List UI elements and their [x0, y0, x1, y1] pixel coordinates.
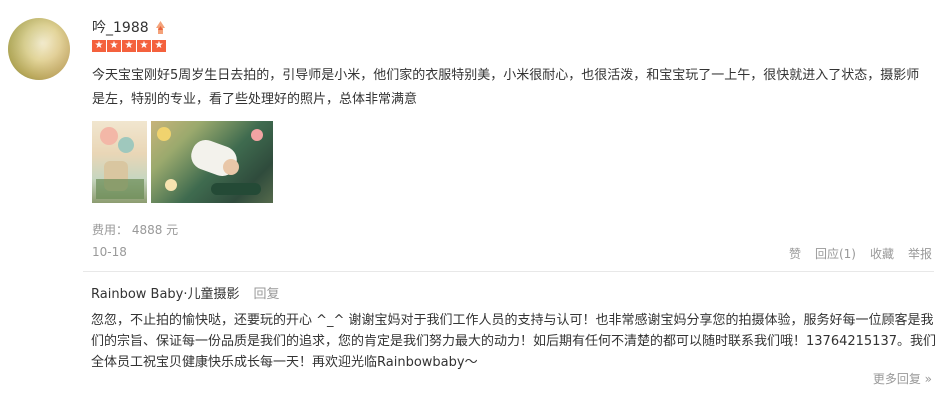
username-row: 吟_1988 — [92, 17, 167, 37]
rating-stars: ★ ★ ★ ★ ★ — [92, 40, 166, 52]
report-button[interactable]: 举报 — [908, 245, 932, 262]
review-photos — [92, 121, 273, 203]
reply-count-button[interactable]: 回应(1) — [815, 245, 856, 262]
more-replies-link[interactable]: 更多回复 » — [873, 370, 932, 387]
shop-reply-text: 忽忽，不止拍的愉快哒，还要玩的开心 ^_^ 谢谢宝妈对于我们工作人员的支持与认可… — [91, 313, 936, 370]
review-photo-thumbnail[interactable] — [151, 121, 273, 203]
review-content: 今天宝宝刚好5周岁生日去拍的，引导师是小米，他们家的衣服特别美，小米很耐心，也很… — [92, 68, 920, 107]
star-icon: ★ — [122, 40, 136, 52]
review-actions: 赞 回应(1) 收藏 举报 — [789, 245, 932, 262]
review-card: 吟_1988 ★ ★ ★ ★ ★ 今天宝宝刚好5周岁生日去拍的，引导师是小米，他… — [0, 0, 946, 402]
shop-reply-header: Rainbow Baby·儿童摄影 回复 — [91, 283, 280, 302]
star-icon: ★ — [92, 40, 106, 52]
username[interactable]: 吟_1988 — [92, 17, 149, 37]
like-button[interactable]: 赞 — [789, 245, 801, 262]
price-text: 费用： 4888 元 — [92, 223, 179, 237]
star-icon: ★ — [152, 40, 166, 52]
avatar[interactable] — [8, 18, 70, 80]
review-date: 10-18 — [92, 245, 127, 259]
review-photo-thumbnail[interactable] — [92, 121, 147, 203]
avatar-shade — [8, 18, 70, 80]
star-icon: ★ — [137, 40, 151, 52]
vip-badge-icon — [154, 20, 167, 35]
reply-link[interactable]: 回复 — [254, 283, 280, 302]
shop-reply: Rainbow Baby·儿童摄影 回复 忽忽，不止拍的愉快哒，还要玩的开心 ^… — [83, 271, 936, 398]
favorite-button[interactable]: 收藏 — [870, 245, 894, 262]
shop-name[interactable]: Rainbow Baby·儿童摄影 — [91, 283, 240, 302]
star-icon: ★ — [107, 40, 121, 52]
